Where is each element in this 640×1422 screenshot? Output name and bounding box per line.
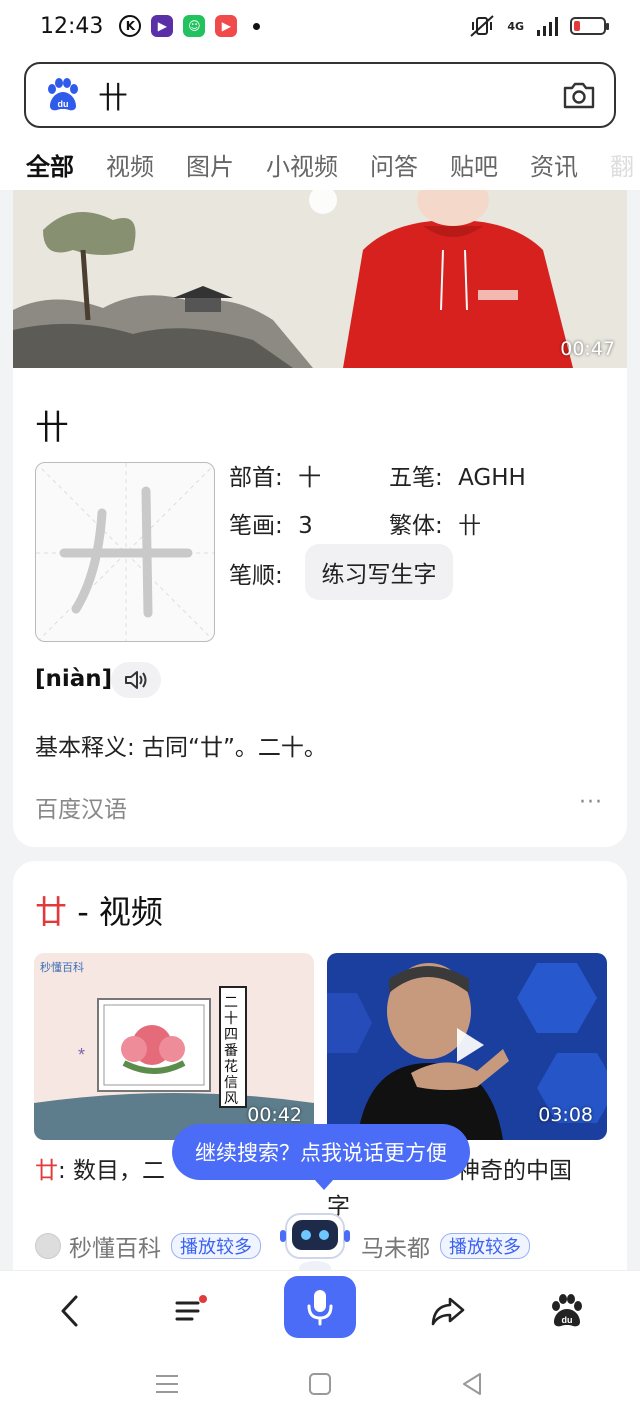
more-options-icon[interactable]: ··· xyxy=(579,790,603,815)
microphone-icon xyxy=(307,1290,333,1326)
bottom-toolbar: du xyxy=(0,1270,640,1350)
battery-icon xyxy=(570,17,609,35)
video-2-duration: 03:08 xyxy=(538,1104,593,1126)
search-box[interactable]: du 卄 xyxy=(24,62,616,128)
video-1-author-name: 秒懂百科 xyxy=(69,1236,161,1262)
share-button[interactable] xyxy=(426,1289,470,1333)
tab-short-video[interactable]: 小视频 xyxy=(266,147,338,182)
radical-row: 部首: 十 xyxy=(229,458,321,492)
strokes-label: 笔画: xyxy=(229,513,283,539)
baidu-home-button[interactable]: du xyxy=(545,1289,589,1333)
menu-button[interactable] xyxy=(168,1289,212,1333)
system-nav-bar xyxy=(0,1350,640,1422)
dictionary-card: 00:47 卄 部首: 十 五笔: AGHH 笔画: 3 繁体: 卄 笔顺: 练… xyxy=(13,190,627,847)
character-title: 卄 xyxy=(35,408,69,448)
svg-text:du: du xyxy=(58,99,69,109)
video-thumb-1[interactable]: 秒懂百科 * 二十四番花信风 00:42 xyxy=(34,953,314,1140)
video-2-caption[interactable]: 神奇的中国 xyxy=(457,1151,572,1185)
home-icon[interactable] xyxy=(308,1372,332,1396)
camera-icon[interactable] xyxy=(562,80,596,110)
menu-icon xyxy=(175,1295,207,1321)
status-time: 12:43 xyxy=(40,13,104,39)
video-section-title[interactable]: 廿 - 视频 xyxy=(35,887,163,933)
tab-all[interactable]: 全部 xyxy=(26,147,74,182)
play-icon xyxy=(457,1028,484,1062)
k-app-icon: K xyxy=(119,15,142,37)
baidu-paw-icon: du xyxy=(552,1294,582,1327)
radical-value: 十 xyxy=(298,465,322,491)
traditional-value: 卄 xyxy=(458,513,482,539)
section-title-text: - 视频 xyxy=(67,893,163,931)
tab-more[interactable]: 翻 xyxy=(610,147,634,182)
traditional-label: 繁体: xyxy=(389,513,443,539)
video-2-badge: 播放较多 xyxy=(440,1233,530,1259)
status-bar: 12:43 K ▶ ☺ ▶ 4G xyxy=(0,0,640,52)
practice-writing-button[interactable]: 练习写生字 xyxy=(305,544,453,600)
strokes-value: 3 xyxy=(298,513,313,539)
svg-text:du: du xyxy=(562,1315,573,1325)
video-1-badge: 播放较多 xyxy=(171,1233,261,1259)
share-icon xyxy=(431,1297,465,1326)
basic-definition: 基本释义: 古同“廿”。二十。 xyxy=(35,735,327,761)
network-type: 4G xyxy=(507,19,524,33)
pronounce-button[interactable] xyxy=(111,662,161,698)
author-avatar xyxy=(35,1233,61,1259)
svg-text:秒懂百科: 秒懂百科 xyxy=(40,960,84,974)
video-1-caption[interactable]: 廿: 数目，二 xyxy=(35,1151,165,1185)
video-1-scroll-text: 二十四番花信风 xyxy=(224,995,238,1107)
search-tabs: 全部 视频 图片 小视频 问答 贴吧 资讯 翻 xyxy=(0,140,640,188)
traditional-row: 繁体: 卄 xyxy=(389,506,481,540)
search-header: du 卄 全部 视频 图片 小视频 问答 贴吧 资讯 翻 xyxy=(0,52,640,190)
strokes-row: 笔画: 3 xyxy=(229,506,313,540)
wechat-mini-icon: ☺ xyxy=(183,15,206,37)
back-triangle-icon[interactable] xyxy=(460,1372,484,1396)
tab-tieba[interactable]: 贴吧 xyxy=(450,147,498,182)
video-1-caption-text: : 数目，二 xyxy=(58,1158,166,1184)
video-duration: 00:47 xyxy=(560,338,615,360)
baidu-paw-icon: du xyxy=(48,78,78,111)
video-1-duration: 00:42 xyxy=(247,1104,302,1126)
tab-video[interactable]: 视频 xyxy=(106,147,154,182)
pinyin: [niàn] xyxy=(35,666,113,692)
video-thumb-2[interactable]: 03:08 xyxy=(327,953,607,1140)
wubi-label: 五笔: xyxy=(389,465,443,491)
video-1-author[interactable]: 秒懂百科 播放较多 xyxy=(35,1229,261,1263)
svg-text:*: * xyxy=(78,1045,85,1065)
play-app-icon: ▶ xyxy=(215,15,238,37)
wubi-row: 五笔: AGHH xyxy=(389,458,526,492)
speaker-icon xyxy=(125,671,147,689)
section-title-char: 廿 xyxy=(35,893,68,931)
recent-apps-icon[interactable] xyxy=(154,1372,180,1396)
vibrate-icon xyxy=(470,15,494,37)
voice-search-prompt[interactable]: 继续搜索？点我说话更方便 xyxy=(172,1124,470,1190)
voice-search-button[interactable] xyxy=(284,1276,356,1338)
wubi-value: AGHH xyxy=(458,465,526,491)
back-button[interactable] xyxy=(48,1289,92,1333)
video-1-caption-char: 廿 xyxy=(35,1158,58,1184)
tab-images[interactable]: 图片 xyxy=(186,147,234,182)
signal-icon xyxy=(537,17,558,36)
search-input[interactable]: 卄 xyxy=(98,73,128,117)
video-2-author[interactable]: 马未都 播放较多 xyxy=(361,1229,530,1263)
radical-label: 部首: xyxy=(229,465,283,491)
video-app-icon: ▶ xyxy=(151,15,174,37)
video-2-author-name: 马未都 xyxy=(361,1236,430,1262)
stroke-order-label: 笔顺: xyxy=(229,563,283,589)
tab-news[interactable]: 资讯 xyxy=(530,147,578,182)
video-thumbnail xyxy=(13,190,627,368)
character-stroke-box[interactable] xyxy=(35,462,215,642)
robot-mascot-icon[interactable] xyxy=(280,1210,350,1276)
chevron-left-icon xyxy=(61,1295,78,1327)
dictionary-video[interactable]: 00:47 xyxy=(13,190,627,368)
source-baidu-hanyu[interactable]: 百度汉语 xyxy=(35,790,127,824)
tab-qa[interactable]: 问答 xyxy=(370,147,418,182)
stroke-grid-graphic xyxy=(36,463,214,641)
notification-dot-icon xyxy=(253,22,261,30)
